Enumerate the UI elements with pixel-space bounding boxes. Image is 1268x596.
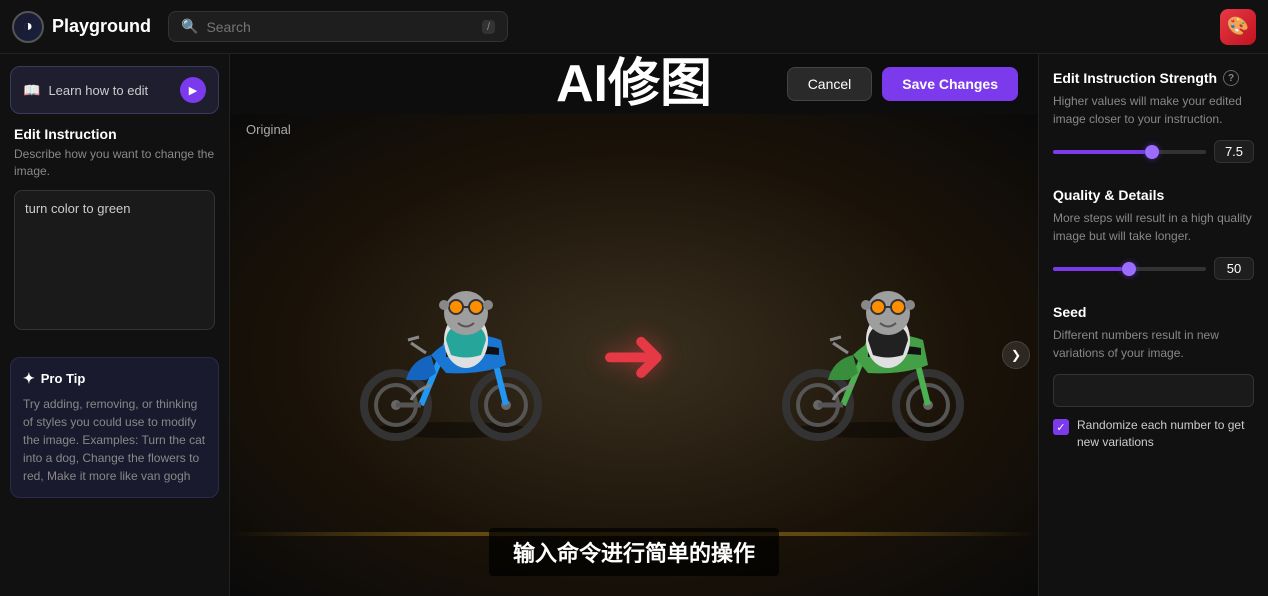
next-button[interactable]: ❯ <box>1002 341 1030 369</box>
slider-value: 7.5 <box>1214 140 1254 163</box>
quality-value: 50 <box>1214 257 1254 280</box>
seed-title: Seed <box>1053 304 1254 320</box>
quality-track[interactable] <box>1053 267 1206 271</box>
slider-fill <box>1053 150 1145 154</box>
subtitle-overlay: 输入命令进行简单的操作 <box>489 528 779 576</box>
save-button[interactable]: Save Changes <box>882 67 1018 101</box>
edit-strength-slider: 7.5 <box>1053 140 1254 163</box>
logo-area: ◑ Playground <box>12 11 152 43</box>
instruction-textarea[interactable] <box>14 190 215 330</box>
quality-title: Quality & Details <box>1053 187 1254 203</box>
pro-tip-text: Try adding, removing, or thinking of sty… <box>23 395 206 485</box>
right-sidebar: Edit Instruction Strength ? Higher value… <box>1038 54 1268 596</box>
edit-strength-desc: Higher values will make your edited imag… <box>1053 92 1254 128</box>
quality-desc: More steps will result in a high quality… <box>1053 209 1254 245</box>
edit-strength-section: Edit Instruction Strength ? Higher value… <box>1053 70 1254 163</box>
slider-thumb[interactable] <box>1145 145 1159 159</box>
quality-section: Quality & Details More steps will result… <box>1053 187 1254 280</box>
action-buttons: Cancel Save Changes <box>787 67 1018 101</box>
search-icon: 🔍 <box>181 18 198 35</box>
learn-how-label: Learn how to edit <box>48 83 172 98</box>
image-placeholder: ➜ <box>230 114 1038 596</box>
edit-strength-title: Edit Instruction Strength ? <box>1053 70 1254 86</box>
user-avatar[interactable]: 🎨 <box>1220 9 1256 45</box>
quality-fill <box>1053 267 1122 271</box>
learn-how-button[interactable]: 📖 Learn how to edit ▶ <box>10 66 219 114</box>
pro-tip-title: ✦ Pro Tip <box>23 370 206 387</box>
pro-tip-box: ✦ Pro Tip Try adding, removing, or think… <box>10 357 219 498</box>
quality-thumb[interactable] <box>1122 262 1136 276</box>
edit-instruction-desc: Describe how you want to change the imag… <box>14 146 215 180</box>
bike-left <box>351 265 551 445</box>
left-sidebar: 📖 Learn how to edit ▶ Edit Instruction D… <box>0 54 230 596</box>
header: ◑ Playground 🔍 / 🎨 <box>0 0 1268 54</box>
original-label: Original <box>246 122 291 137</box>
randomize-row: ✓ Randomize each number to get new varia… <box>1053 417 1254 451</box>
page-title: AI修图 <box>556 58 712 110</box>
search-input[interactable] <box>206 19 474 35</box>
quality-slider: 50 <box>1053 257 1254 280</box>
pro-tip-label: Pro Tip <box>41 371 86 386</box>
tip-icon: ✦ <box>23 370 35 387</box>
main-layout: 📖 Learn how to edit ▶ Edit Instruction D… <box>0 54 1268 596</box>
play-button[interactable]: ▶ <box>180 77 206 103</box>
logo-icon: ◑ <box>12 11 44 43</box>
slash-badge: / <box>482 20 495 34</box>
edit-instruction-section: Edit Instruction Describe how you want t… <box>0 126 229 347</box>
seed-input[interactable] <box>1053 374 1254 407</box>
arrow-overlay: ➜ <box>600 309 667 402</box>
center-header: AI修图 Cancel Save Changes <box>230 54 1038 114</box>
image-area: Original <box>230 114 1038 596</box>
slider-track[interactable] <box>1053 150 1206 154</box>
search-bar[interactable]: 🔍 / <box>168 11 508 42</box>
cancel-button[interactable]: Cancel <box>787 67 873 101</box>
center-content: AI修图 Cancel Save Changes Original <box>230 54 1038 596</box>
edit-instruction-title: Edit Instruction <box>14 126 215 142</box>
book-icon: 📖 <box>23 82 40 99</box>
seed-desc: Different numbers result in new variatio… <box>1053 326 1254 362</box>
info-icon[interactable]: ? <box>1223 70 1239 86</box>
randomize-checkbox[interactable]: ✓ <box>1053 419 1069 435</box>
logo-text: Playground <box>52 16 151 37</box>
seed-section: Seed Different numbers result in new var… <box>1053 304 1254 451</box>
bike-right <box>773 265 973 445</box>
randomize-label: Randomize each number to get new variati… <box>1077 417 1254 451</box>
